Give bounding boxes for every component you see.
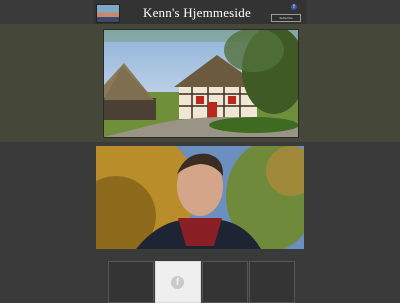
thumbnail-3[interactable]	[202, 261, 248, 303]
thumbnail-4[interactable]	[249, 261, 295, 303]
thumbnail-facebook[interactable]: f	[155, 261, 201, 303]
site-title[interactable]: Kenn's Hjemmeside	[143, 5, 251, 21]
thumbnail-1[interactable]	[108, 261, 154, 303]
facebook-icon[interactable]: f	[291, 4, 297, 10]
facebook-icon: f	[171, 276, 184, 289]
subscribe-button[interactable]: Subscribe	[271, 14, 301, 22]
site-logo[interactable]	[96, 4, 120, 23]
house-photo	[103, 29, 299, 138]
portrait-photo	[96, 146, 304, 249]
